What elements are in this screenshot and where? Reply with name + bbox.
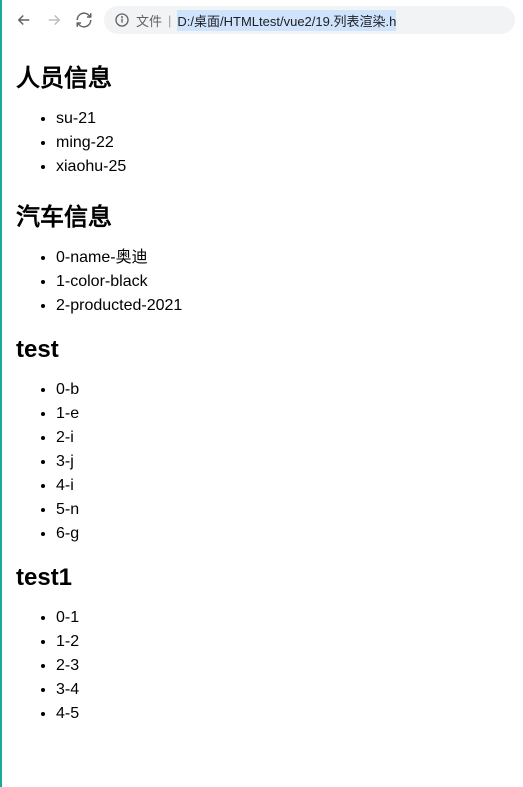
list-item: 1-e (56, 402, 509, 426)
address-bar[interactable]: 文件 | D:/桌面/HTMLtest/vue2/19.列表渲染.h (104, 6, 515, 34)
list-item: 0-name-奥迪 (56, 246, 509, 270)
heading-people: 人员信息 (16, 58, 509, 93)
forward-button[interactable] (44, 10, 64, 30)
list-item: 1-2 (56, 630, 509, 654)
url-text: D:/桌面/HTMLtest/vue2/19.列表渲染.h (177, 10, 396, 31)
test1-list: 0-1 1-2 2-3 3-4 4-5 (16, 606, 509, 726)
arrow-left-icon (15, 11, 33, 29)
list-item: 6-g (56, 522, 509, 546)
list-item: 4-i (56, 474, 509, 498)
info-icon (114, 12, 130, 28)
people-list: su-21 ming-22 xiaohu-25 (16, 107, 509, 179)
heading-car: 汽车信息 (16, 197, 509, 232)
heading-test: test (16, 336, 509, 364)
heading-test1: test1 (16, 564, 509, 592)
list-item: ming-22 (56, 131, 509, 155)
list-item: 1-color-black (56, 270, 509, 294)
list-item: 3-j (56, 450, 509, 474)
back-button[interactable] (14, 10, 34, 30)
list-item: 5-n (56, 498, 509, 522)
list-item: su-21 (56, 107, 509, 131)
list-item: 2-i (56, 426, 509, 450)
list-item: 2-3 (56, 654, 509, 678)
list-item: xiaohu-25 (56, 155, 509, 179)
browser-toolbar: 文件 | D:/桌面/HTMLtest/vue2/19.列表渲染.h (2, 0, 523, 40)
reload-button[interactable] (74, 10, 94, 30)
list-item: 3-4 (56, 678, 509, 702)
list-item: 0-b (56, 378, 509, 402)
list-item: 2-producted-2021 (56, 294, 509, 318)
url-separator: | (168, 13, 171, 28)
test-list: 0-b 1-e 2-i 3-j 4-i 5-n 6-g (16, 378, 509, 546)
car-list: 0-name-奥迪 1-color-black 2-producted-2021 (16, 246, 509, 318)
url-scheme-label: 文件 (136, 11, 162, 30)
arrow-right-icon (45, 11, 63, 29)
reload-icon (75, 11, 93, 29)
page-content: 人员信息 su-21 ming-22 xiaohu-25 汽车信息 0-name… (2, 40, 523, 750)
list-item: 4-5 (56, 702, 509, 726)
list-item: 0-1 (56, 606, 509, 630)
